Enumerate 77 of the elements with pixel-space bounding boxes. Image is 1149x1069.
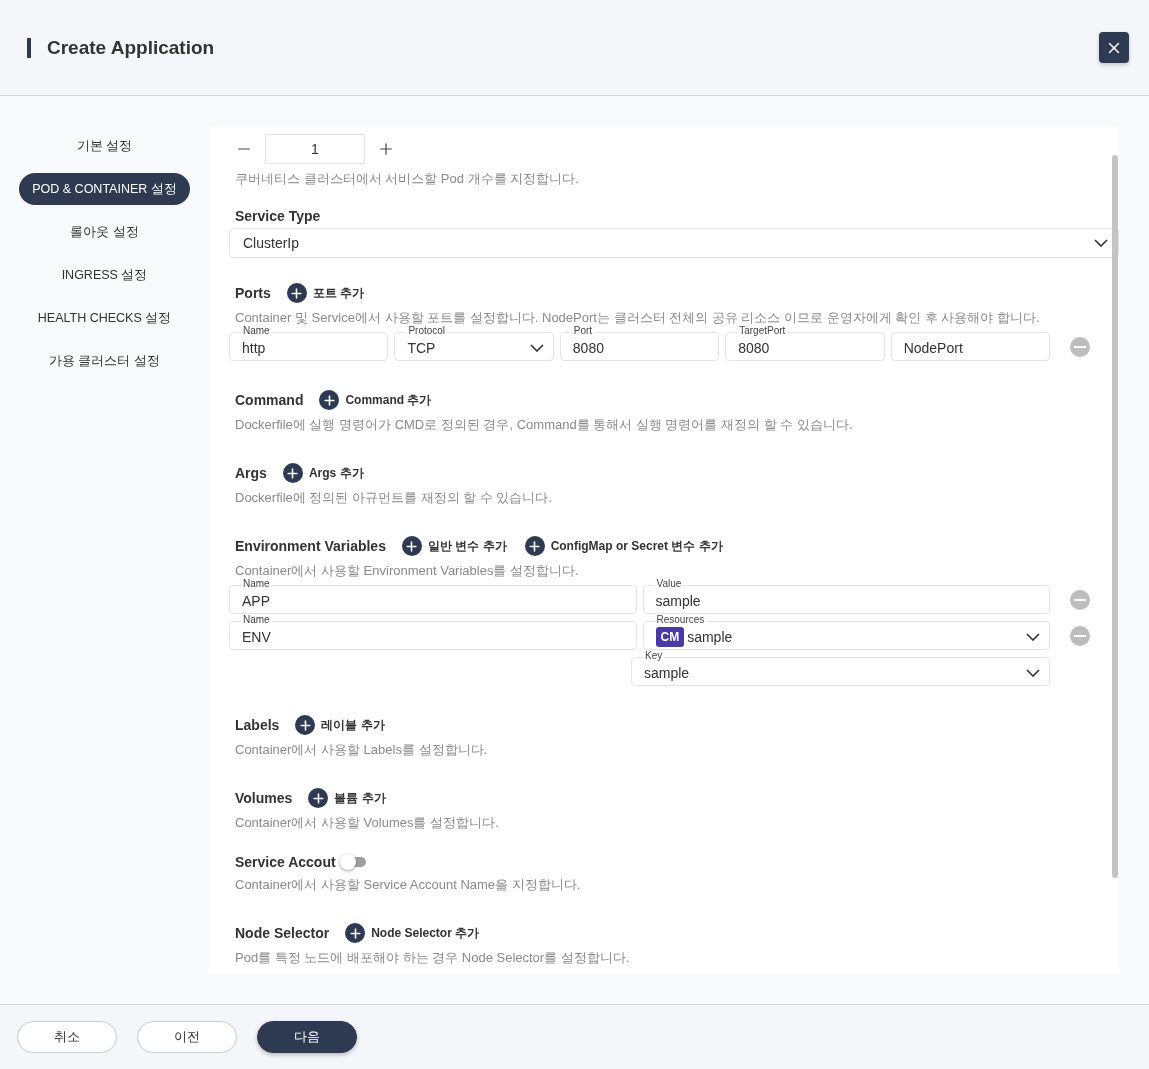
input-field[interactable]: Value sample	[642, 578, 1050, 614]
input-field[interactable]: Port 8080	[559, 325, 720, 361]
section-label: Service Type	[235, 208, 322, 224]
input-field[interactable]: TargetPort 8080	[725, 325, 885, 361]
field-label: Name	[241, 325, 272, 337]
sidebar-item[interactable]: 롤아웃 설정	[57, 216, 152, 248]
section-label: Labels	[235, 717, 280, 733]
section-label: Volumes	[235, 790, 293, 806]
footer-button[interactable]: 다음	[257, 1021, 357, 1053]
replicas-description: 쿠버네티스 클러스터에서 서비스할 Pod 개수를 지정합니다.	[235, 170, 580, 188]
sidebar-item[interactable]: INGRESS 설정	[48, 259, 161, 291]
chevron-down-icon	[529, 343, 544, 352]
plus-icon	[345, 923, 366, 943]
input-field[interactable]: Name APP	[229, 578, 637, 614]
plus-icon	[308, 788, 329, 808]
add-button[interactable]: 포트 추가	[286, 283, 365, 303]
plus-icon	[295, 715, 316, 735]
field-label: Value	[654, 578, 684, 590]
configmap-badge: CM	[655, 626, 685, 647]
section-description: Container 및 Service에서 사용할 포트를 설정합니다. NodePort는 클러스터 전체의 공유 리소스 이므로 운영자에게 확인 후 사용해야 합니다.	[235, 309, 1041, 326]
plus-icon	[401, 536, 422, 556]
select-field[interactable]: Resources CM sample	[642, 614, 1050, 650]
sidebar-item[interactable]: 기본 설정	[63, 130, 146, 162]
field-label: Name	[241, 578, 272, 590]
add-button[interactable]: Args 추가	[282, 463, 364, 483]
page-title: Create Application	[27, 37, 215, 58]
sidebar-item[interactable]: POD & CONTAINER 설정	[19, 173, 190, 205]
input-field[interactable]: NodePort	[890, 325, 1051, 361]
sidebar-item[interactable]: HEALTH CHECKS 설정	[24, 302, 185, 334]
section-label: Command	[235, 392, 304, 408]
field-label: Protocol	[406, 325, 448, 337]
remove-icon[interactable]	[1070, 590, 1090, 610]
field-label: TargetPort	[737, 325, 788, 337]
add-button[interactable]: 볼륨 추가	[308, 788, 386, 808]
field-label: Resources	[654, 614, 707, 626]
footer-button[interactable]: 이전	[137, 1021, 237, 1053]
add-button[interactable]: ConfigMap or Secret 변수 추가	[524, 536, 723, 556]
replicas-field[interactable]: 1	[265, 134, 365, 164]
section-label: Environment Variables	[235, 538, 386, 554]
plus-icon	[282, 463, 303, 483]
section-label: Service Accout	[235, 854, 336, 870]
chevron-down-icon	[1026, 632, 1040, 641]
add-button[interactable]: 레이블 추가	[295, 715, 385, 735]
plus-icon	[524, 536, 545, 556]
section-description: Container에서 사용할 Volumes를 설정합니다.	[235, 814, 500, 832]
select-field[interactable]: Protocol TCP	[394, 325, 554, 361]
chevron-down-icon	[1094, 239, 1108, 247]
add-button[interactable]: Command 추가	[319, 390, 432, 410]
section-label: Node Selector	[235, 925, 330, 941]
section-label: Ports	[235, 285, 271, 301]
section-description: Container에서 사용할 Labels를 설정합니다.	[235, 741, 489, 759]
add-button[interactable]: Node Selector 추가	[345, 923, 480, 943]
section-description: Container에서 사용할 Service Account Name을 지정합니다.	[235, 876, 582, 894]
section-label: Args	[235, 465, 267, 481]
section-description: Dockerfile에 실행 명령어가 CMD로 정의된 경우, Command를 통해서 실행 명령어를 재정의 할 수 있습니다.	[235, 416, 854, 434]
remove-icon[interactable]	[1070, 337, 1091, 357]
input-field[interactable]: Name ENV	[229, 614, 637, 650]
section-description: Container에서 사용할 Environment Variables를 설정합니다.	[235, 562, 580, 579]
close-button[interactable]	[1099, 32, 1129, 63]
plus-icon[interactable]	[377, 140, 395, 158]
scrollbar[interactable]	[1112, 155, 1118, 878]
select-field[interactable]: Key sample	[631, 650, 1050, 686]
field-label: Port	[571, 325, 595, 337]
remove-icon[interactable]	[1070, 626, 1090, 646]
field-label: Name	[241, 614, 272, 626]
footer-button[interactable]: 취소	[17, 1021, 117, 1053]
input-field[interactable]: Name http	[229, 325, 389, 361]
section-description: Pod를 특정 노드에 배포해야 하는 경우 Node Selector를 설정합니다.	[235, 949, 631, 967]
add-button[interactable]: 일반 변수 추가	[401, 536, 507, 556]
toggle-switch[interactable]	[341, 857, 366, 867]
plus-icon	[286, 283, 307, 303]
select-field[interactable]: ClusterIp	[229, 228, 1119, 258]
chevron-down-icon	[1026, 668, 1040, 677]
field-label: Key	[643, 650, 665, 662]
sidebar-item[interactable]: 가용 클러스터 설정	[36, 345, 173, 377]
plus-icon	[319, 390, 340, 410]
section-description: Dockerfile에 정의된 아규먼트를 재정의 할 수 있습니다.	[235, 489, 554, 507]
